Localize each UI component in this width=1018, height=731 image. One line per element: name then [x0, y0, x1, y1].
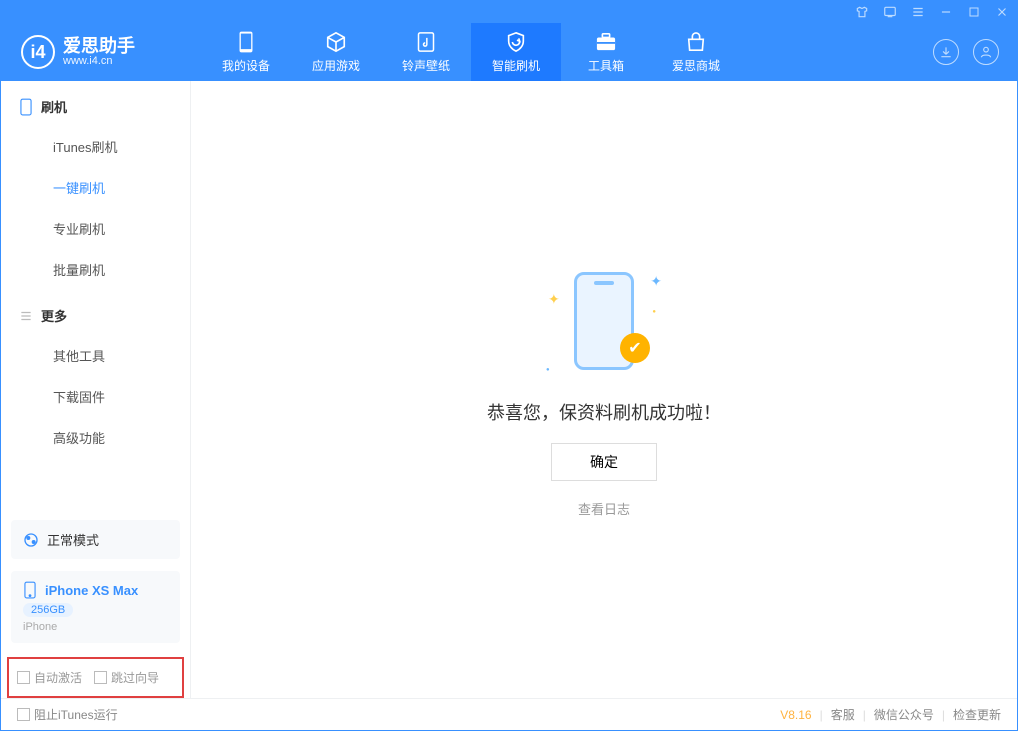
version-label: V8.16: [780, 708, 811, 722]
logo: i4 爱思助手 www.i4.cn: [1, 35, 201, 69]
check-badge-icon: ✔: [620, 333, 650, 363]
nav-flash[interactable]: 智能刷机: [471, 23, 561, 81]
header-right: [933, 39, 1017, 65]
view-log-link[interactable]: 查看日志: [578, 499, 630, 518]
user-icon[interactable]: [973, 39, 999, 65]
sidebar-item-advanced[interactable]: 高级功能: [1, 417, 190, 458]
cube-icon: [325, 31, 347, 53]
nav-toolbox[interactable]: 工具箱: [561, 23, 651, 81]
mode-label: 正常模式: [47, 530, 99, 549]
nav-wallpaper[interactable]: 铃声壁纸: [381, 23, 471, 81]
device-name: iPhone XS Max: [45, 583, 138, 598]
music-icon: [416, 31, 436, 53]
footer-link-update[interactable]: 检查更新: [953, 706, 1001, 723]
sidebar-item-other-tools[interactable]: 其他工具: [1, 335, 190, 376]
menu-icon[interactable]: [909, 3, 927, 21]
footer: 阻止iTunes运行 V8.16 | 客服 | 微信公众号 | 检查更新: [1, 698, 1017, 730]
list-icon: [19, 309, 33, 323]
close-icon[interactable]: [993, 3, 1011, 21]
options-row: 自动激活 跳过向导: [7, 657, 184, 698]
sidebar-section-flash: 刷机: [1, 81, 190, 126]
titlebar: [1, 1, 1017, 23]
download-icon[interactable]: [933, 39, 959, 65]
body: 刷机 iTunes刷机 一键刷机 专业刷机 批量刷机 更多 其他工具 下载固件 …: [1, 81, 1017, 698]
sparkle-icon: ✦: [548, 291, 560, 308]
nav: 我的设备 应用游戏 铃声壁纸 智能刷机 工具箱 爱思商城: [201, 23, 741, 81]
store-icon: [685, 31, 707, 53]
device-type: iPhone: [23, 621, 168, 633]
auto-activate-checkbox[interactable]: 自动激活: [17, 669, 82, 686]
success-illustration: ✦ ✦ ● ● ✔: [544, 261, 664, 381]
sidebar-item-batch-flash[interactable]: 批量刷机: [1, 249, 190, 290]
dot-icon: ●: [546, 367, 550, 373]
success-message: 恭喜您，保资料刷机成功啦！: [487, 399, 721, 425]
sidebar: 刷机 iTunes刷机 一键刷机 专业刷机 批量刷机 更多 其他工具 下载固件 …: [1, 81, 191, 698]
sparkle-icon: ✦: [650, 273, 662, 290]
ok-button[interactable]: 确定: [551, 443, 657, 481]
maximize-icon[interactable]: [965, 3, 983, 21]
tshirt-icon[interactable]: [853, 3, 871, 21]
minimize-icon[interactable]: [937, 3, 955, 21]
sidebar-item-itunes-flash[interactable]: iTunes刷机: [1, 126, 190, 167]
logo-icon: i4: [21, 35, 55, 69]
mode-card: 正常模式: [11, 520, 180, 559]
app-window: i4 爱思助手 www.i4.cn 我的设备 应用游戏 铃声壁纸 智能刷机: [0, 0, 1018, 731]
device-card: iPhone XS Max 256GB iPhone: [11, 571, 180, 643]
nav-my-device[interactable]: 我的设备: [201, 23, 291, 81]
feedback-icon[interactable]: [881, 3, 899, 21]
block-itunes-checkbox[interactable]: 阻止iTunes运行: [17, 706, 118, 723]
phone-icon: [19, 98, 33, 116]
footer-link-support[interactable]: 客服: [831, 706, 855, 723]
toolbox-icon: [595, 31, 617, 53]
sidebar-section-more: 更多: [1, 290, 190, 335]
app-name: 爱思助手: [63, 37, 135, 55]
sidebar-item-download-firmware[interactable]: 下载固件: [1, 376, 190, 417]
refresh-shield-icon: [505, 31, 527, 53]
main-content: ✦ ✦ ● ● ✔ 恭喜您，保资料刷机成功啦！ 确定 查看日志: [191, 81, 1017, 698]
device-phone-icon: [23, 581, 37, 599]
skip-guide-checkbox[interactable]: 跳过向导: [94, 669, 159, 686]
device-storage: 256GB: [23, 603, 73, 617]
nav-apps[interactable]: 应用游戏: [291, 23, 381, 81]
nav-store[interactable]: 爱思商城: [651, 23, 741, 81]
dot-icon: ●: [652, 309, 656, 315]
sidebar-item-pro-flash[interactable]: 专业刷机: [1, 208, 190, 249]
header: i4 爱思助手 www.i4.cn 我的设备 应用游戏 铃声壁纸 智能刷机: [1, 23, 1017, 81]
app-url: www.i4.cn: [63, 55, 135, 67]
footer-link-wechat[interactable]: 微信公众号: [874, 706, 934, 723]
mode-icon: [23, 532, 39, 548]
device-icon: [238, 31, 254, 53]
sidebar-item-oneclick-flash[interactable]: 一键刷机: [1, 167, 190, 208]
